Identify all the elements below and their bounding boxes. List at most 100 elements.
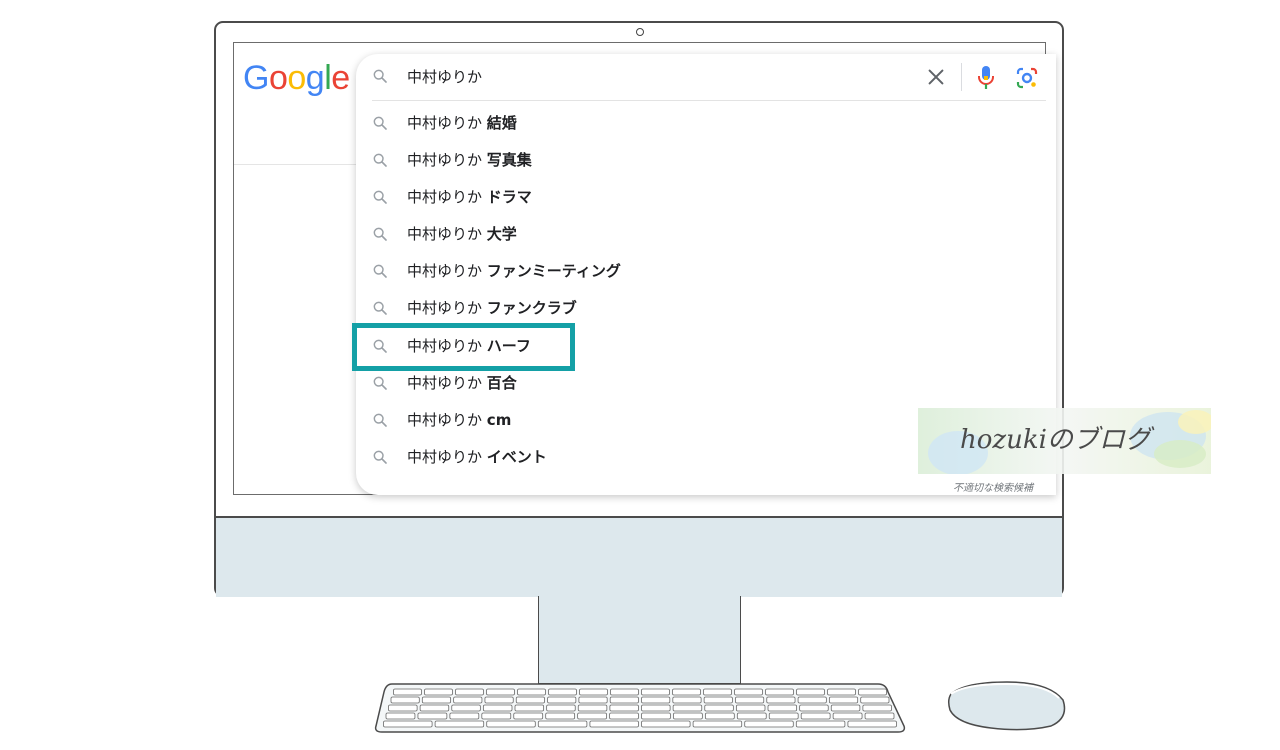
suggestion-text: 中村ゆりか 百合 xyxy=(407,374,517,392)
keyboard-key xyxy=(579,688,608,696)
keyboard-key xyxy=(610,688,639,696)
keyboard-key xyxy=(577,712,607,720)
keyboard-key xyxy=(692,720,743,728)
keyboard-key xyxy=(481,712,512,720)
search-actions-divider xyxy=(961,63,962,91)
watermark-text: hozukiのブログ xyxy=(960,425,1151,455)
search-input[interactable]: 中村ゆりか xyxy=(407,66,482,88)
search-icon xyxy=(373,116,387,130)
keyboard-key xyxy=(703,696,733,704)
keyboard-key xyxy=(860,696,890,704)
search-icon xyxy=(373,450,387,464)
keyboard-key xyxy=(546,704,576,712)
mouse xyxy=(947,681,1066,731)
webcam-icon xyxy=(636,28,644,36)
keyboard-key xyxy=(736,712,767,720)
search-icon xyxy=(373,264,387,278)
suggestion-text: 中村ゆりか 写真集 xyxy=(407,151,532,169)
suggestion-item[interactable]: 中村ゆりか ファンクラブ xyxy=(356,290,1046,327)
suggestion-item[interactable]: 中村ゆりか 結婚 xyxy=(356,105,1046,142)
keyboard-key xyxy=(514,704,545,712)
keyboard-key xyxy=(828,696,859,704)
keyboard-key xyxy=(517,688,546,696)
keyboard-key xyxy=(830,704,861,712)
keyboard-key xyxy=(641,704,671,712)
keyboard-key xyxy=(537,720,588,728)
keyboard-key xyxy=(589,720,639,728)
google-lens-icon[interactable] xyxy=(1015,66,1039,90)
search-icon xyxy=(373,227,387,241)
microphone-icon[interactable] xyxy=(976,64,996,90)
keyboard-key xyxy=(609,712,639,720)
keyboard-key xyxy=(672,704,703,712)
suggestion-item[interactable]: 中村ゆりか 写真集 xyxy=(356,142,1046,179)
keyboard-key xyxy=(486,720,536,728)
keyboard-key xyxy=(735,696,765,704)
suggestion-item[interactable]: 中村ゆりか ファンミーティング xyxy=(356,253,1046,290)
keyboard-key xyxy=(455,688,484,696)
keyboard-key xyxy=(451,704,481,712)
keyboard-key xyxy=(864,712,895,720)
keyboard-key xyxy=(704,704,734,712)
suggestion-text: 中村ゆりか ドラマ xyxy=(407,188,532,206)
keyboard-key xyxy=(393,688,422,696)
keyboard-key xyxy=(545,712,576,720)
keyboard-key xyxy=(768,712,799,720)
keyboard-key xyxy=(515,696,545,704)
keyboard-key xyxy=(641,696,671,704)
suggestion-text: 中村ゆりか ファンミーティング xyxy=(407,262,621,280)
keyboard-key xyxy=(800,712,831,720)
keyboard-key xyxy=(609,696,639,704)
keyboard-key xyxy=(424,688,453,696)
suggestion-item[interactable]: 中村ゆりか ドラマ xyxy=(356,179,1046,216)
keyboard-key xyxy=(827,688,856,696)
keyboard xyxy=(374,683,906,733)
search-icon xyxy=(373,153,387,167)
keyboard-key xyxy=(417,712,448,720)
monitor-stand xyxy=(538,596,741,684)
keyboard-key xyxy=(484,696,514,704)
suggestion-text: 中村ゆりか イベント xyxy=(407,448,547,466)
keyboard-key xyxy=(734,688,763,696)
keyboard-key xyxy=(390,696,420,704)
keyboard-key xyxy=(799,704,829,712)
keyboard-key xyxy=(858,688,887,696)
suggestion-text: 中村ゆりか 大学 xyxy=(407,225,517,243)
keyboard-key xyxy=(547,696,577,704)
keyboard-key xyxy=(577,704,608,712)
suggestion-item[interactable]: 中村ゆりか 大学 xyxy=(356,216,1046,253)
keyboard-key xyxy=(383,720,433,728)
keyboard-key xyxy=(419,704,450,712)
search-icon xyxy=(373,413,387,427)
keyboard-key xyxy=(795,720,846,728)
keyboard-key xyxy=(797,696,827,704)
keyboard-key xyxy=(847,720,897,728)
keyboard-key xyxy=(672,688,701,696)
keyboard-key xyxy=(641,712,671,720)
search-icon xyxy=(373,190,387,204)
keyboard-key xyxy=(578,696,608,704)
google-logo[interactable]: Google xyxy=(243,58,350,98)
keyboard-key xyxy=(672,696,702,704)
keyboard-key xyxy=(766,696,796,704)
close-icon[interactable] xyxy=(925,66,947,88)
keyboard-key xyxy=(744,720,794,728)
keyboard-key xyxy=(453,696,483,704)
search-icon xyxy=(373,376,387,390)
monitor-chin xyxy=(216,516,1062,597)
suggestion-text: 中村ゆりか cm xyxy=(407,411,512,429)
keyboard-key xyxy=(421,696,452,704)
report-suggestions-link[interactable]: 不適切な検索候補 xyxy=(953,482,1033,496)
keyboard-key xyxy=(482,704,513,712)
keyboard-key xyxy=(548,688,577,696)
suggestion-text: 中村ゆりか 結婚 xyxy=(407,114,517,132)
search-icon xyxy=(373,301,387,315)
keyboard-key xyxy=(862,704,892,712)
keyboard-key xyxy=(767,704,798,712)
keyboard-key xyxy=(735,704,766,712)
keyboard-key xyxy=(385,712,416,720)
keyboard-key xyxy=(765,688,794,696)
keyboard-key xyxy=(434,720,485,728)
suggestion-text: 中村ゆりか ファンクラブ xyxy=(407,299,577,317)
keyboard-key xyxy=(703,688,732,696)
